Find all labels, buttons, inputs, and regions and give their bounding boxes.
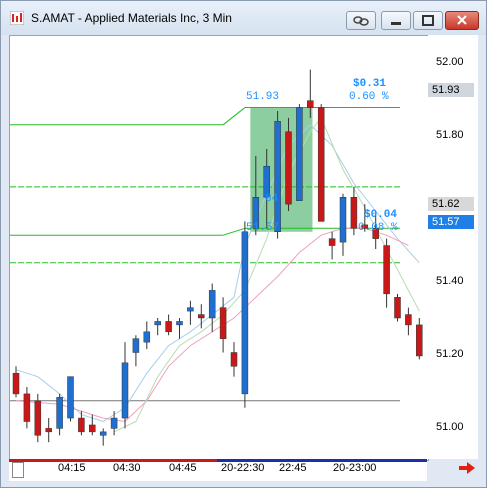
candle-body [23,393,31,422]
candle-body [296,107,303,201]
trade-zone-box [250,107,313,232]
candle-body [241,231,249,395]
chart-window: S.AMAT - Applied Materials Inc, 3 Min $0… [0,0,487,488]
candle-body [56,397,63,429]
x-tick-label: 04:30 [113,462,141,474]
candle-body [317,107,325,222]
lower-change-label: $0.04 [364,209,398,221]
window-title: S.AMAT - Applied Materials Inc, 3 Min [31,11,232,25]
scroll-handle[interactable] [12,462,24,478]
maximize-icon [422,15,434,26]
candle-body [132,338,140,353]
upper-pct-label: 0.60 % [349,91,389,103]
candle-body [339,197,347,243]
candle-body [78,417,85,433]
candle-body [89,424,96,433]
candle-body [12,372,20,395]
scroll-right-arrow-icon[interactable] [457,461,477,475]
y-tick-label: 51.20 [436,348,464,360]
link-icon [353,16,369,26]
link-button[interactable] [346,11,376,30]
zone-mid-label: 84 [265,193,279,205]
candle-body [67,376,74,419]
upper-change-label: $0.31 [353,78,387,90]
y-tick-label: 51.00 [436,421,464,433]
x-tick-label: 22:45 [279,462,307,474]
time-axis[interactable]: 04:15 04:30 04:45 20-22:30 22:45 20-23:0… [9,459,427,481]
price-tag-last: 51.62 [428,197,474,211]
candle-body [230,352,238,367]
candle-body [328,238,336,246]
candle-body [176,321,183,326]
price-tag-zone-top: 51.93 [428,83,474,97]
lower-pct-label: 0.08 % [358,222,398,234]
minimize-icon [391,22,401,25]
candle-body [99,431,107,436]
app-icon [10,11,24,25]
y-tick-label: 51.40 [436,275,464,287]
close-button[interactable] [445,11,479,30]
price-chart[interactable]: $0.31 0.60 % $0.04 0.08 % 51.93 84 51.57 [9,35,429,461]
candle-body [165,321,172,333]
x-tick-label: 20-23:00 [333,462,377,474]
candle-body [198,314,205,319]
price-tag-zone-bottom: 51.57 [428,215,474,229]
candle-body [110,417,118,429]
level-line [222,227,246,236]
close-icon [457,15,467,25]
candle-body [208,290,216,319]
candle-body [34,400,42,436]
candle-body [285,131,292,205]
candle-body [350,197,358,229]
ma-fast-line [15,124,420,423]
x-tick-label: 04:45 [169,462,197,474]
maximize-button[interactable] [413,11,443,30]
candle-body [154,321,161,326]
candle-body [416,324,423,357]
y-tick-label: 52.00 [436,56,464,68]
zone-top-label: 51.93 [246,91,280,103]
candle-body [219,307,227,339]
candle-body [274,121,281,232]
zone-bottom-label: 51.57 [246,222,280,234]
candle-body [405,314,412,326]
candle-body [383,245,390,295]
x-tick-label: 04:15 [58,462,86,474]
price-axis[interactable]: 52.00 51.80 51.60 51.40 51.20 51.00 51.9… [428,35,478,459]
candle-body [307,100,314,108]
level-line [222,107,246,126]
candle-body [121,362,129,419]
x-tick-label: 20-22:30 [221,462,265,474]
candle-body [143,331,151,343]
candle-body [187,307,194,312]
title-bar: S.AMAT - Applied Materials Inc, 3 Min [1,1,486,35]
candle-body [394,297,401,319]
y-tick-label: 51.80 [436,129,464,141]
candle-body [45,428,52,433]
minimize-button[interactable] [381,11,411,30]
